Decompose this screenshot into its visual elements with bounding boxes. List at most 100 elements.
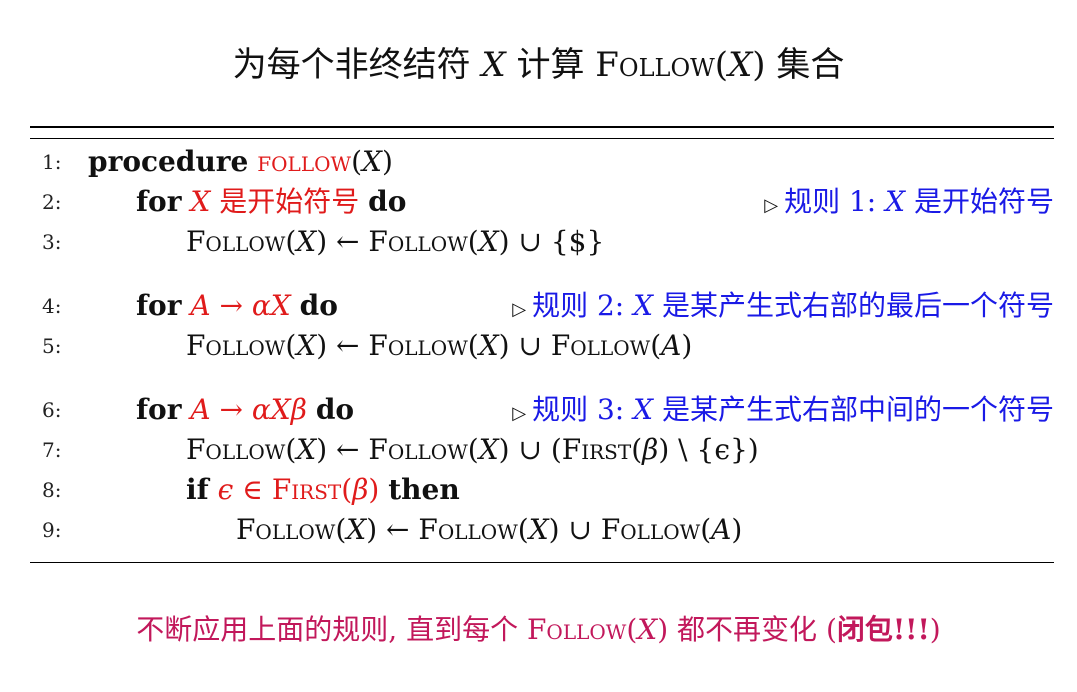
comment-rule-2: ▷ 规则 2: X 是某产生式右部的最后一个符号 (512, 286, 1054, 330)
top-rule-thin (30, 138, 1054, 139)
algorithm-line-4: 4: for A → αX do ▷ 规则 2: X 是某产生式右部的最后一个符号 (30, 286, 1054, 326)
comment-triangle-icon: ▷ (764, 195, 779, 216)
bottom-rule (30, 562, 1054, 563)
comment-triangle-icon: ▷ (512, 403, 527, 424)
func-arg: A (661, 329, 682, 362)
func-follow: Follow (368, 225, 468, 258)
func-follow: Follow (368, 433, 468, 466)
line-number: 8: (42, 478, 62, 502)
keyword-for: for (136, 393, 182, 426)
paren-close: ) (381, 145, 393, 178)
title-middle: 计算 (505, 45, 596, 85)
algorithm-line-3: 3: Follow(X) ← Follow(X) ∪ {$} (30, 222, 1054, 262)
func-follow: Follow (186, 329, 286, 362)
keyword-do: do (315, 393, 355, 426)
title-paren-open: ( (714, 45, 729, 85)
func-arg: X (296, 433, 317, 466)
title-func: Follow (595, 45, 715, 85)
stmt-tail: ∪ {$} (509, 225, 605, 258)
func-follow: Follow (550, 329, 651, 362)
comment-var: X (633, 393, 654, 426)
production-cond: A → αX (190, 289, 291, 322)
func-arg: X (346, 513, 367, 546)
keyword-do: do (299, 289, 338, 322)
assign-arrow: ← (377, 513, 419, 546)
keyword-for: for (136, 185, 182, 218)
func-arg: X (528, 513, 549, 546)
union-op: ∪ (559, 513, 601, 546)
footer-note: 不断应用上面的规则, 直到每个 Follow(X) 都不再变化 (闭包!!!) (136, 613, 941, 646)
func-follow: Follow (600, 513, 701, 546)
comment-var: X (885, 185, 906, 218)
func-first: First (271, 473, 342, 506)
assign-arrow: ← (327, 329, 369, 362)
title-arg: X (728, 45, 753, 85)
comment-rule-1: ▷ 规则 1: X 是开始符号 (764, 182, 1054, 226)
line-number: 2: (42, 190, 62, 214)
func-arg: X (478, 433, 499, 466)
footer-text-c: ) (929, 613, 941, 646)
line-number: 4: (42, 294, 62, 318)
algorithm-line-2: 2: for X 是开始符号 do ▷ 规则 1: X 是开始符号 (30, 182, 1054, 222)
title-suffix: 集合 (765, 45, 845, 85)
assign-arrow: ← (327, 433, 369, 466)
line-number: 7: (42, 438, 62, 462)
footer-arg: X (637, 613, 658, 646)
comment-triangle-icon: ▷ (512, 299, 527, 320)
keyword-if: if (186, 473, 209, 506)
comment-text-tail: 是某产生式右部的最后一个符号 (653, 289, 1054, 322)
func-arg: β (352, 473, 369, 506)
cond-var: X (190, 185, 211, 218)
footer-func: Follow (527, 613, 627, 646)
cond-text: ϵ ∈ (217, 473, 272, 506)
comment-rule-3: ▷ 规则 3: X 是某产生式右部中间的一个符号 (512, 390, 1054, 434)
line-number: 9: (42, 518, 62, 542)
func-arg: A (711, 513, 732, 546)
func-arg: X (478, 225, 499, 258)
func-arg: X (296, 225, 317, 258)
comment-text: 规则 3: (532, 393, 634, 426)
keyword-do: do (368, 185, 407, 218)
line-number: 6: (42, 398, 62, 422)
func-first: First (561, 433, 632, 466)
footer-bold: 闭包!!! (836, 613, 930, 646)
paren-open: ( (351, 145, 363, 178)
func-arg: X (296, 329, 317, 362)
func-follow: Follow (236, 513, 336, 546)
procedure-name: follow (257, 145, 352, 178)
algorithm-line-7: 7: Follow(X) ← Follow(X) ∪ (First(β) \ {… (30, 430, 1054, 470)
assign-arrow: ← (327, 225, 369, 258)
top-rule-thick (30, 126, 1054, 128)
algorithm-line-8: 8: if ϵ ∈ First(β) then (30, 470, 1054, 510)
func-follow: Follow (368, 329, 468, 362)
func-arg: β (642, 433, 659, 466)
line-number: 3: (42, 230, 62, 254)
comment-text-tail: 是某产生式右部中间的一个符号 (653, 393, 1054, 426)
comment-text: 规则 1: (784, 185, 886, 218)
func-follow: Follow (418, 513, 518, 546)
production-cond: A → αXβ (190, 393, 307, 426)
line-number: 1: (42, 150, 62, 174)
footer-text-b: 都不再变化 ( (668, 613, 837, 646)
keyword-procedure: procedure (88, 145, 249, 178)
comment-text-tail: 是开始符号 (905, 185, 1054, 218)
comment-text: 规则 2: (532, 289, 634, 322)
comment-var: X (633, 289, 654, 322)
title-var: X (481, 45, 506, 85)
func-follow: Follow (186, 225, 286, 258)
keyword-for: for (136, 289, 182, 322)
footer-text: 不断应用上面的规则, 直到每个 (136, 613, 527, 646)
title-prefix: 为每个非终结符 (232, 45, 482, 85)
union-op: ∪ ( (509, 433, 562, 466)
procedure-arg: X (362, 145, 382, 178)
line-number: 5: (42, 334, 62, 358)
algorithm-line-1: 1: procedure follow(X) (30, 142, 1054, 182)
page-title: 为每个非终结符 X 计算 Follow(X) 集合 (0, 42, 1077, 88)
func-arg: X (478, 329, 499, 362)
algorithm-line-6: 6: for A → αXβ do ▷ 规则 3: X 是某产生式右部中间的一个符… (30, 390, 1054, 430)
cond-text: 是开始符号 (210, 185, 369, 218)
func-follow: Follow (186, 433, 286, 466)
union-op: ∪ (509, 329, 551, 362)
algorithm-line-9: 9: Follow(X) ← Follow(X) ∪ Follow(A) (30, 510, 1054, 550)
stmt-tail: \ {ϵ}) (669, 433, 759, 466)
